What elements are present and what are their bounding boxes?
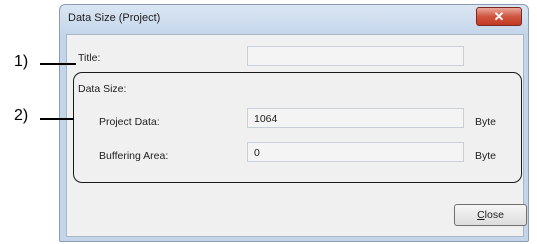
- window-title: Data Size (Project): [68, 12, 161, 24]
- close-button[interactable]: Close: [454, 204, 527, 226]
- close-button-label: Close: [477, 209, 504, 221]
- callout-1-line: [40, 63, 76, 65]
- title-bar[interactable]: Data Size (Project) ✕: [60, 5, 528, 32]
- callout-2-line: [40, 118, 74, 120]
- title-field[interactable]: [247, 46, 464, 66]
- title-label: Title:: [78, 52, 101, 64]
- callout-group-outline: [73, 72, 522, 183]
- callout-2-label: 2): [14, 107, 29, 124]
- callout-1-label: 1): [14, 53, 29, 70]
- window-close-button[interactable]: ✕: [476, 7, 522, 26]
